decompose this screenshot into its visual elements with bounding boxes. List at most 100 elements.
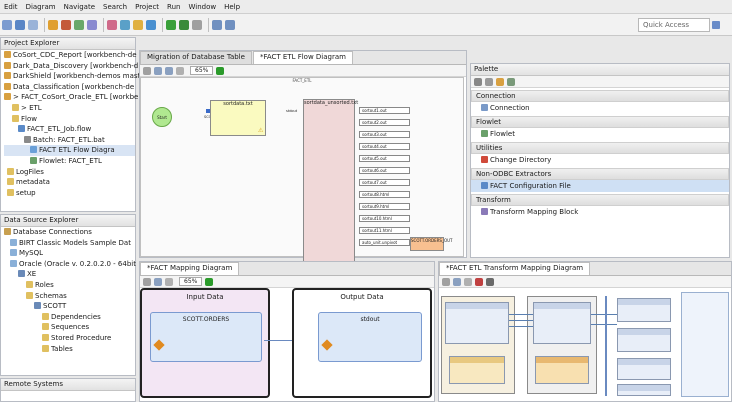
external-tools-icon[interactable]: [192, 19, 202, 30]
font-icon[interactable]: [442, 277, 450, 286]
tab-transform-diagram[interactable]: *FACT ETL Transform Mapping Diagram: [439, 262, 591, 275]
profile-icon[interactable]: [107, 19, 117, 30]
quick-access-input[interactable]: Quick Access: [638, 18, 710, 32]
palette-item-transform-mapping[interactable]: Transform Mapping Block: [471, 206, 729, 218]
tree-item[interactable]: Roles: [4, 280, 135, 291]
tree-item[interactable]: setup: [4, 188, 135, 199]
marquee-tool-icon[interactable]: [485, 77, 493, 86]
tree-item[interactable]: DarkShield [workbench-demos mast: [4, 71, 140, 82]
menu-help[interactable]: Help: [220, 3, 244, 11]
tree-item[interactable]: Sequences: [4, 322, 135, 333]
perspective-icon[interactable]: [712, 21, 720, 29]
target-node[interactable]: SCOTT.ORDERS_OUT: [410, 237, 452, 251]
input-table-box[interactable]: SCOTT.ORDERS: [150, 312, 262, 362]
select-icon[interactable]: [165, 277, 173, 286]
output-port[interactable]: sortout11.html: [359, 227, 410, 234]
target-card[interactable]: [617, 298, 671, 322]
tab-mapping-diagram[interactable]: *FACT Mapping Diagram: [140, 262, 240, 275]
output-port[interactable]: sortout2.out: [359, 119, 410, 126]
palette-section-utilities[interactable]: Utilities: [471, 142, 729, 154]
package-icon[interactable]: [133, 19, 143, 30]
output-port[interactable]: sortout9.html: [359, 203, 410, 210]
run-icon[interactable]: [166, 19, 176, 30]
tab-flow-diagram[interactable]: *FACT ETL Flow Diagram: [252, 51, 353, 64]
source-card[interactable]: [445, 302, 509, 344]
align-icon[interactable]: [154, 66, 162, 75]
italic-icon[interactable]: [486, 277, 494, 286]
align-icon[interactable]: [154, 277, 162, 286]
tree-item[interactable]: BIRT Classic Models Sample Dat: [4, 238, 135, 249]
build-icon[interactable]: [74, 19, 84, 30]
tree-item-selected[interactable]: FACT ETL Flow Diagra: [4, 145, 135, 156]
save-icon[interactable]: [15, 19, 25, 30]
target-card[interactable]: [617, 384, 671, 396]
start-node[interactable]: Start: [152, 107, 172, 127]
tab-migration[interactable]: Migration of Database Table: [140, 51, 252, 64]
select-tool-icon[interactable]: [474, 77, 482, 86]
back-icon[interactable]: [212, 19, 222, 30]
target-card[interactable]: [617, 328, 671, 352]
tree-item[interactable]: SCOTT: [4, 301, 135, 312]
select-icon[interactable]: [464, 277, 472, 286]
tree-item[interactable]: Schemas: [4, 291, 135, 302]
menu-run[interactable]: Run: [163, 3, 184, 11]
new-icon[interactable]: [2, 19, 12, 30]
palette-item-connection[interactable]: Connection: [471, 102, 729, 114]
palette-section-flowlet[interactable]: Flowlet: [471, 116, 729, 128]
menu-edit[interactable]: Edit: [0, 3, 22, 11]
output-port[interactable]: sortout3.out: [359, 131, 410, 138]
palette-section-extractors[interactable]: Non-ODBC Extractors: [471, 168, 729, 180]
split-job-box[interactable]: sortdata_unsorted.txt: [303, 99, 358, 263]
zoom-select[interactable]: 65%: [179, 277, 203, 286]
output-port[interactable]: sortout4.out: [359, 143, 410, 150]
transform-card[interactable]: [533, 302, 591, 344]
tree-item[interactable]: > ETL: [4, 103, 135, 114]
wizard-icon[interactable]: [87, 19, 97, 30]
font-icon[interactable]: [143, 66, 151, 75]
database-icon[interactable]: [120, 19, 130, 30]
save-all-icon[interactable]: [28, 19, 38, 30]
select-icon[interactable]: [176, 66, 184, 75]
tree-item[interactable]: CoSort_CDC_Report [workbench-de: [4, 50, 137, 61]
output-port[interactable]: sortout8.html: [359, 191, 410, 198]
tree-item[interactable]: Dependencies: [4, 312, 135, 323]
palette-section-transform[interactable]: Transform: [471, 194, 729, 206]
palette-item-flowlet[interactable]: Flowlet: [471, 128, 729, 140]
tree-item[interactable]: Stored Procedure: [4, 333, 135, 344]
output-port[interactable]: sortout6.out: [359, 167, 410, 174]
palette-item-change-directory[interactable]: Change Directory: [471, 154, 729, 166]
output-port[interactable]: auto_unit.unpivot: [359, 239, 410, 246]
font-icon[interactable]: [143, 277, 151, 286]
run-config-icon[interactable]: [179, 19, 189, 30]
tree-item[interactable]: metadata: [4, 177, 135, 188]
target-card[interactable]: [617, 358, 671, 380]
source-options-card[interactable]: [449, 356, 505, 384]
layout-icon[interactable]: [165, 66, 173, 75]
tree-item[interactable]: Data_Classification [workbench-de: [4, 82, 135, 93]
menu-navigate[interactable]: Navigate: [60, 3, 99, 11]
tree-item[interactable]: > FACT_CoSort_Oracle_ETL [workbe: [4, 92, 138, 103]
outline-view[interactable]: [681, 292, 729, 397]
tree-item[interactable]: XE: [4, 269, 135, 280]
folder-icon[interactable]: [48, 19, 58, 30]
output-port[interactable]: sortout1.out: [359, 107, 410, 114]
menu-diagram[interactable]: Diagram: [22, 3, 60, 11]
tree-item[interactable]: Tables: [4, 344, 135, 355]
align-icon[interactable]: [453, 277, 461, 286]
output-port[interactable]: sortout7.out: [359, 179, 410, 186]
forward-icon[interactable]: [225, 19, 235, 30]
connection-tool-icon[interactable]: [507, 77, 515, 86]
menu-project[interactable]: Project: [131, 3, 163, 11]
search-icon[interactable]: [146, 19, 156, 30]
tree-item[interactable]: LogFiles: [4, 167, 135, 178]
tree-item[interactable]: MySQL: [4, 248, 135, 259]
tree-item[interactable]: FACT_ETL_Job.flow: [4, 124, 135, 135]
run-icon[interactable]: [216, 66, 225, 75]
tree-item[interactable]: Oracle (Oracle v. 0.2.0.2.0 - 64bit: [4, 259, 136, 270]
tree-item[interactable]: Flow: [4, 114, 135, 125]
output-port[interactable]: sortout5.out: [359, 155, 410, 162]
run-icon[interactable]: [205, 277, 214, 286]
note-tool-icon[interactable]: [496, 77, 504, 86]
palette-item-configuration-file[interactable]: FACT Configuration File: [471, 180, 729, 192]
palette-section-connection[interactable]: Connection: [471, 90, 729, 102]
